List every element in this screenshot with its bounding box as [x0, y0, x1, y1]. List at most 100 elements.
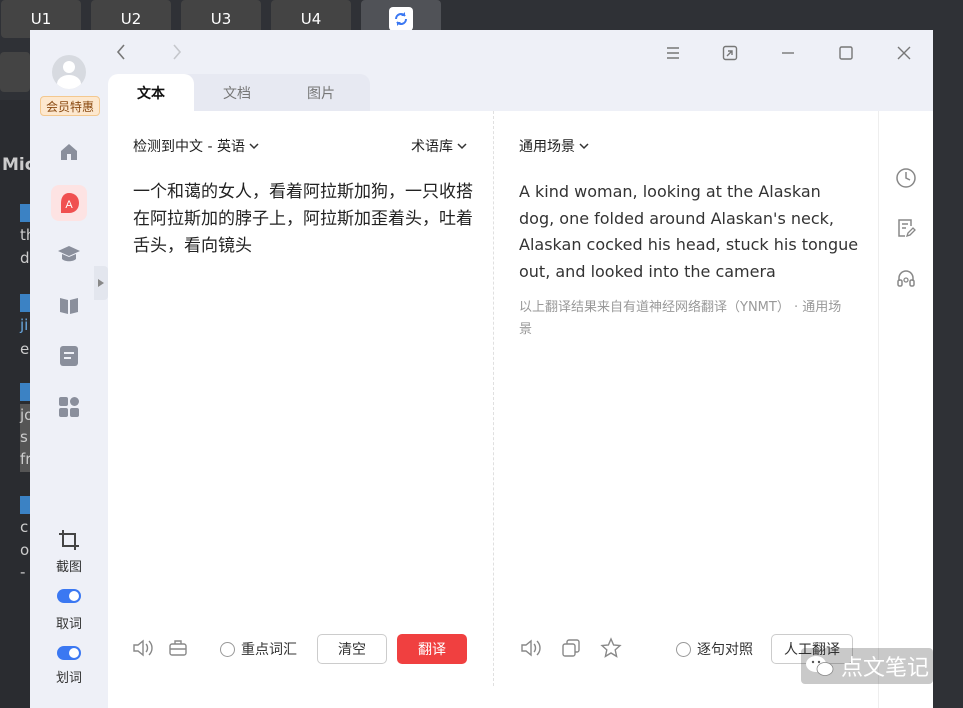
language-select[interactable]: 检测到中文 - 英语 [133, 136, 259, 156]
wechat-icon [805, 656, 834, 676]
menu-icon [667, 47, 679, 59]
back-button[interactable] [111, 42, 131, 62]
bg-text: d [20, 249, 30, 267]
sidebar-collapse-button[interactable] [94, 266, 108, 300]
bg-text: - [20, 563, 26, 581]
watermark: 点文笔记 [800, 648, 933, 684]
vip-badge[interactable]: 会员特惠 [40, 96, 100, 116]
course-icon [58, 246, 80, 262]
notes-icon [60, 346, 78, 366]
bg-text: ji [20, 316, 29, 334]
tab-label: 文档 [223, 85, 251, 102]
translation-output: A kind woman, looking at the Alaskan dog… [519, 182, 859, 281]
key-vocab-option[interactable]: 重点词汇 [220, 639, 297, 659]
sidebar-item-ai[interactable]: A [51, 185, 87, 221]
history-button[interactable] [894, 166, 918, 190]
sidebar-item-apps[interactable] [56, 394, 82, 420]
minimize-button[interactable] [777, 42, 799, 64]
screenshot-label: 截图 [55, 560, 82, 575]
bg-badge [20, 294, 30, 312]
home-icon [61, 144, 77, 160]
bg-text: e [20, 340, 30, 358]
scene-label: 通用场景 [519, 139, 575, 155]
translator-window: 会员特惠 A 截图 取词 划词 文本 文档 图片 检测到中文 - 英语 术语库 … [30, 30, 933, 708]
favorite-button[interactable] [599, 636, 623, 660]
svg-text:A: A [65, 199, 73, 211]
close-button[interactable] [893, 42, 915, 64]
chevron-down-icon [579, 142, 589, 149]
bg-text: o [20, 541, 30, 559]
bg-text: s [20, 428, 28, 446]
apps-icon [59, 397, 79, 417]
clear-button[interactable]: 清空 [317, 634, 387, 664]
shrink-icon [722, 45, 738, 61]
history-icon [896, 168, 916, 188]
mini-mode-button[interactable] [719, 42, 741, 64]
caret-right-icon [98, 279, 104, 287]
tab-document[interactable]: 文档 [194, 74, 280, 111]
crop-icon [59, 530, 79, 550]
ai-icon: A [61, 193, 79, 213]
key-vocab-label: 重点词汇 [241, 642, 297, 658]
select-word-toggle[interactable] [57, 646, 81, 660]
radio-circle [676, 641, 691, 657]
maximize-icon [839, 46, 853, 60]
sidebar-item-book[interactable] [56, 292, 82, 318]
watermark-text: 点文笔记 [840, 656, 929, 681]
minimize-icon [782, 52, 794, 54]
select-word-label: 划词 [55, 671, 82, 686]
maximize-button[interactable] [835, 42, 857, 64]
translate-button[interactable]: 翻译 [397, 634, 467, 664]
forward-button[interactable] [167, 42, 187, 62]
copy-button[interactable] [559, 636, 583, 660]
copy-icon [562, 639, 580, 657]
bg-toolbar [0, 52, 30, 92]
translation-panel: 检测到中文 - 英语 术语库 通用场景 一个和蔼的女人，看着阿拉斯加狗，一只收搭… [108, 111, 878, 708]
chevron-down-icon [457, 142, 467, 149]
bg-badge [20, 204, 30, 222]
bg-badge [20, 383, 30, 401]
sentence-compare-label: 逐句对照 [697, 642, 753, 658]
tab-image[interactable]: 图片 [278, 74, 364, 111]
refresh-icon [389, 7, 413, 31]
briefcase-button[interactable] [166, 636, 190, 660]
bg-badge [20, 496, 30, 514]
sidebar-item-home[interactable] [56, 139, 82, 165]
source-speak-button[interactable] [131, 636, 155, 660]
chevron-left-icon [116, 44, 125, 60]
pick-word-label: 取词 [55, 617, 82, 632]
pick-word-toggle[interactable] [57, 589, 81, 603]
edit-icon [898, 219, 916, 238]
sidebar-item-course[interactable] [56, 241, 82, 267]
panel-divider [493, 111, 494, 686]
briefcase-icon [169, 640, 187, 656]
crop-button[interactable] [56, 527, 82, 553]
target-speak-button[interactable] [519, 636, 543, 660]
right-toolbar [878, 111, 933, 708]
sidebar: 会员特惠 A 截图 取词 划词 [30, 30, 108, 708]
close-icon [897, 46, 911, 60]
edit-button[interactable] [894, 216, 918, 240]
book-icon [60, 298, 78, 314]
tab-label: 文本 [137, 85, 165, 102]
headset-icon [897, 270, 915, 287]
language-select-label: 检测到中文 - 英语 [133, 139, 245, 155]
support-button[interactable] [894, 266, 918, 290]
avatar[interactable] [52, 55, 86, 89]
speaker-icon [521, 639, 541, 657]
radio-circle [220, 641, 235, 657]
scene-select[interactable]: 通用场景 [519, 136, 589, 156]
chevron-down-icon [249, 142, 259, 149]
tab-label: 图片 [307, 85, 335, 102]
source-text-input[interactable]: 一个和蔼的女人，看着阿拉斯加狗，一只收搭在阿拉斯加的脖子上，阿拉斯加歪着头，吐着… [133, 179, 478, 260]
sidebar-item-notes[interactable] [56, 343, 82, 369]
sentence-compare-option[interactable]: 逐句对照 [676, 639, 753, 659]
bg-tab-label: U3 [210, 10, 232, 28]
glossary-select[interactable]: 术语库 [411, 136, 467, 156]
tab-text[interactable]: 文本 [108, 74, 194, 111]
translation-source-note: 以上翻译结果来自有道神经网络翻译（YNMT） · 通用场景 [519, 300, 842, 337]
speaker-icon [133, 639, 153, 657]
bg-text: c [20, 518, 29, 536]
menu-button[interactable] [662, 42, 684, 64]
star-icon [600, 637, 622, 658]
